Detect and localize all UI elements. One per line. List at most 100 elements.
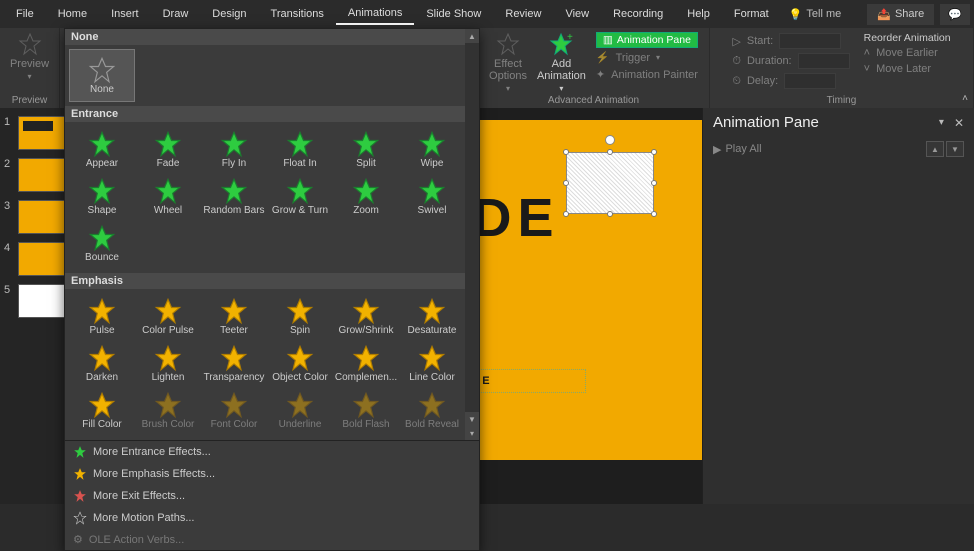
resize-handle[interactable] [563,180,569,186]
tab-transitions[interactable]: Transitions [259,4,336,24]
gallery-item-fade[interactable]: Fade [135,126,201,173]
gallery-item-font-color: Font Color [201,387,267,434]
gallery-item-random-bars[interactable]: Random Bars [201,173,267,220]
gallery-more-button[interactable]: ▾ [465,426,479,440]
gallery-item-line-color[interactable]: Line Color [399,340,465,387]
gallery-item-desaturate[interactable]: Desaturate [399,293,465,340]
rotate-handle[interactable] [605,135,615,145]
move-up-button[interactable]: ▲ [926,141,944,157]
delay-input[interactable] [784,73,836,89]
add-animation-button[interactable]: + Add Animation ▾ [537,32,586,93]
tab-animations[interactable]: Animations [336,3,414,25]
timing-group-label: Timing [827,93,857,106]
gallery-item-lighten[interactable]: Lighten [135,340,201,387]
gallery-item-darken[interactable]: Darken [69,340,135,387]
gallery-item-bounce[interactable]: Bounce [69,220,135,267]
start-dropdown[interactable] [779,33,841,49]
comment-icon: 💬 [948,9,962,21]
more-motion-paths[interactable]: More Motion Paths... [65,507,479,529]
pane-options-button[interactable]: ▾ [939,117,944,128]
reorder-buttons: ▲ ▼ [926,141,964,157]
gallery-item-teeter[interactable]: Teeter [201,293,267,340]
gallery-item-label: Zoom [353,205,379,216]
comments-button[interactable]: 💬 [940,4,970,25]
animation-painter-button[interactable]: ✦ Animation Painter [596,67,698,82]
move-later-button[interactable]: ˅ Move Later [864,62,951,76]
resize-handle[interactable] [651,149,657,155]
gallery-item-color-pulse[interactable]: Color Pulse [135,293,201,340]
tab-slide-show[interactable]: Slide Show [414,4,493,24]
resize-handle[interactable] [563,149,569,155]
selected-shape[interactable] [566,152,654,214]
exit-star-icon [73,489,87,503]
resize-handle[interactable] [607,149,613,155]
effect-options-label: Effect Options [489,58,527,82]
gallery-item-label: Grow & Turn [272,205,328,216]
gallery-item-spin[interactable]: Spin [267,293,333,340]
emphasis-star-icon [154,344,182,372]
emphasis-star-icon [352,391,380,419]
gallery-item-wipe[interactable]: Wipe [399,126,465,173]
tab-home[interactable]: Home [46,4,99,24]
gallery-item-pulse[interactable]: Pulse [69,293,135,340]
emphasis-star-icon [220,391,248,419]
animation-gallery-dropdown: None None Entrance AppearFadeFly InFloat… [64,28,480,551]
gallery-item-fill-color[interactable]: Fill Color [69,387,135,434]
gallery-scrollbar[interactable]: ▲ ▼ ▾ [465,29,479,440]
gallery-item-grow-turn[interactable]: Grow & Turn [267,173,333,220]
preview-button[interactable]: Preview ▾ [10,32,49,81]
tab-format[interactable]: Format [722,4,781,24]
gallery-item-appear[interactable]: Appear [69,126,135,173]
trigger-button[interactable]: ⚡ Trigger ▾ [596,50,698,65]
animation-pane-toggle[interactable]: ▥ Animation Pane [596,32,698,48]
resize-handle[interactable] [651,180,657,186]
emphasis-star-icon [88,391,116,419]
gallery-item-label: Underline [279,419,322,430]
emphasis-star-icon [286,391,314,419]
more-entrance-effects[interactable]: More Entrance Effects... [65,441,479,463]
ribbon-collapse-button[interactable]: ˄ [962,93,968,104]
add-animation-star-icon: + [549,32,573,56]
resize-handle[interactable] [563,211,569,217]
scroll-up-button[interactable]: ▲ [465,29,479,43]
gallery-item-grow-shrink[interactable]: Grow/Shrink [333,293,399,340]
gallery-item-float-in[interactable]: Float In [267,126,333,173]
gallery-item-fly-in[interactable]: Fly In [201,126,267,173]
scroll-down-button[interactable]: ▼ [465,412,479,426]
gallery-item-underline: Underline [267,387,333,434]
move-down-button[interactable]: ▼ [946,141,964,157]
gallery-item-transparency[interactable]: Transparency [201,340,267,387]
tab-recording[interactable]: Recording [601,4,675,24]
effect-options-button[interactable]: Effect Options ▾ [489,32,527,93]
tab-design[interactable]: Design [200,4,258,24]
tab-insert[interactable]: Insert [99,4,151,24]
resize-handle[interactable] [651,211,657,217]
gallery-item-swivel[interactable]: Swivel [399,173,465,220]
gallery-item-complemen-[interactable]: Complemen... [333,340,399,387]
play-all-button[interactable]: ▶ Play All [713,143,762,156]
entrance-star-icon [154,130,182,158]
gallery-item-wheel[interactable]: Wheel [135,173,201,220]
chevron-down-icon: ▾ [27,72,31,81]
close-icon[interactable]: ✕ [954,116,964,130]
gallery-header-none: None [65,29,479,45]
more-emphasis-effects[interactable]: More Emphasis Effects... [65,463,479,485]
tab-draw[interactable]: Draw [151,4,201,24]
gallery-item-zoom[interactable]: Zoom [333,173,399,220]
duration-clock-icon: ⏱ [732,55,741,68]
entrance-star-icon [352,130,380,158]
entrance-star-icon [418,130,446,158]
move-earlier-button[interactable]: ˄ Move Earlier [864,46,951,60]
tab-file[interactable]: File [4,4,46,24]
gallery-item-split[interactable]: Split [333,126,399,173]
tab-help[interactable]: Help [675,4,722,24]
duration-input[interactable] [798,53,850,69]
tab-view[interactable]: View [553,4,601,24]
gallery-item-none[interactable]: None [69,49,135,102]
tab-review[interactable]: Review [493,4,553,24]
tell-me-search[interactable]: 💡 Tell me [781,8,850,21]
resize-handle[interactable] [607,211,613,217]
gallery-item-shape[interactable]: Shape [69,173,135,220]
share-button[interactable]: 📤 Share [867,4,934,25]
gallery-item-object-color[interactable]: Object Color [267,340,333,387]
